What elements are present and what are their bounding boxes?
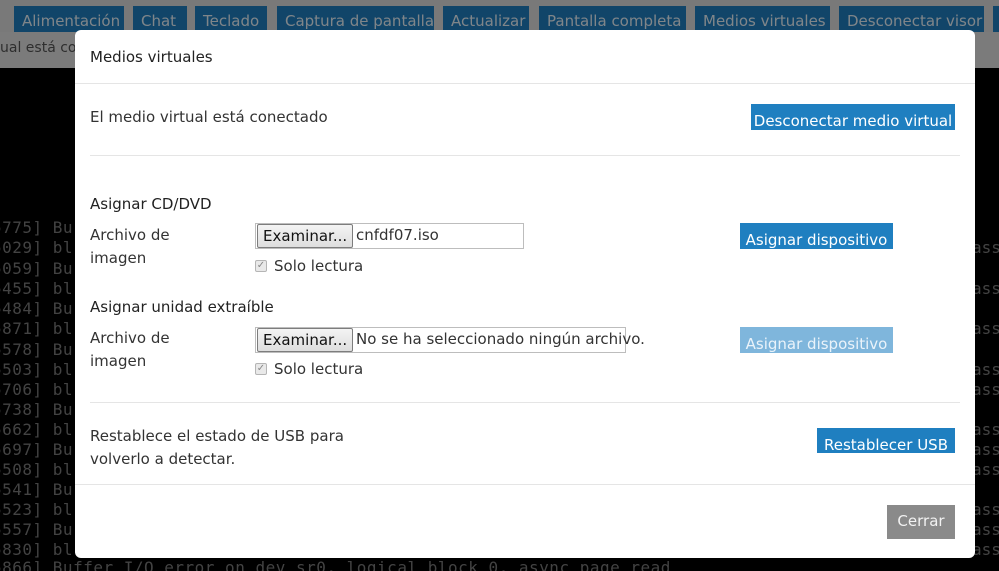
removable-section-title: Asignar unidad extraíble — [90, 298, 274, 316]
cd-dvd-readonly-checkbox[interactable]: ✓ — [255, 260, 267, 272]
divider — [75, 83, 975, 84]
cd-dvd-assign-button[interactable]: Asignar dispositivo — [740, 223, 893, 249]
divider — [90, 402, 960, 403]
connection-status-text: El medio virtual está conectado — [90, 108, 328, 126]
cd-dvd-file-label: Archivo de imagen — [90, 224, 170, 270]
removable-file-label-line2: imagen — [90, 352, 147, 370]
removable-browse-button[interactable]: Examinar... — [257, 328, 354, 352]
usb-reset-description-line2: volverlo a detectar. — [90, 450, 236, 468]
close-button[interactable]: Cerrar — [887, 505, 955, 539]
disconnect-virtual-media-button[interactable]: Desconectar medio virtual — [751, 104, 955, 130]
removable-readonly-label: Solo lectura — [274, 360, 364, 378]
cd-dvd-file-name: cnfdf07.iso — [356, 226, 439, 244]
cd-dvd-section-title: Asignar CD/DVD — [90, 195, 212, 213]
divider — [90, 155, 960, 156]
cd-dvd-file-label-line2: imagen — [90, 249, 147, 267]
usb-reset-description: Restablece el estado de USB para volverl… — [90, 425, 344, 471]
removable-file-name: No se ha seleccionado ningún archivo. — [356, 330, 645, 348]
cd-dvd-browse-button[interactable]: Examinar... — [257, 224, 354, 248]
cd-dvd-file-input[interactable]: Examinar... cnfdf07.iso — [255, 223, 524, 249]
removable-file-label-line1: Archivo de — [90, 329, 170, 347]
removable-readonly-option[interactable]: ✓ Solo lectura — [255, 360, 395, 380]
removable-assign-button[interactable]: Asignar dispositivo — [740, 327, 893, 353]
removable-file-input[interactable]: Examinar... No se ha seleccionado ningún… — [255, 327, 645, 353]
usb-reset-description-line1: Restablece el estado de USB para — [90, 427, 344, 445]
divider — [75, 484, 975, 485]
removable-readonly-checkbox[interactable]: ✓ — [255, 363, 267, 375]
virtual-media-dialog: Medios virtuales El medio virtual está c… — [75, 30, 975, 558]
cd-dvd-readonly-option[interactable]: ✓ Solo lectura — [255, 257, 395, 277]
cd-dvd-readonly-label: Solo lectura — [274, 257, 364, 275]
removable-file-label: Archivo de imagen — [90, 327, 170, 373]
reset-usb-button[interactable]: Restablecer USB — [817, 428, 955, 453]
cd-dvd-file-label-line1: Archivo de — [90, 226, 170, 244]
dialog-title: Medios virtuales — [90, 48, 213, 66]
